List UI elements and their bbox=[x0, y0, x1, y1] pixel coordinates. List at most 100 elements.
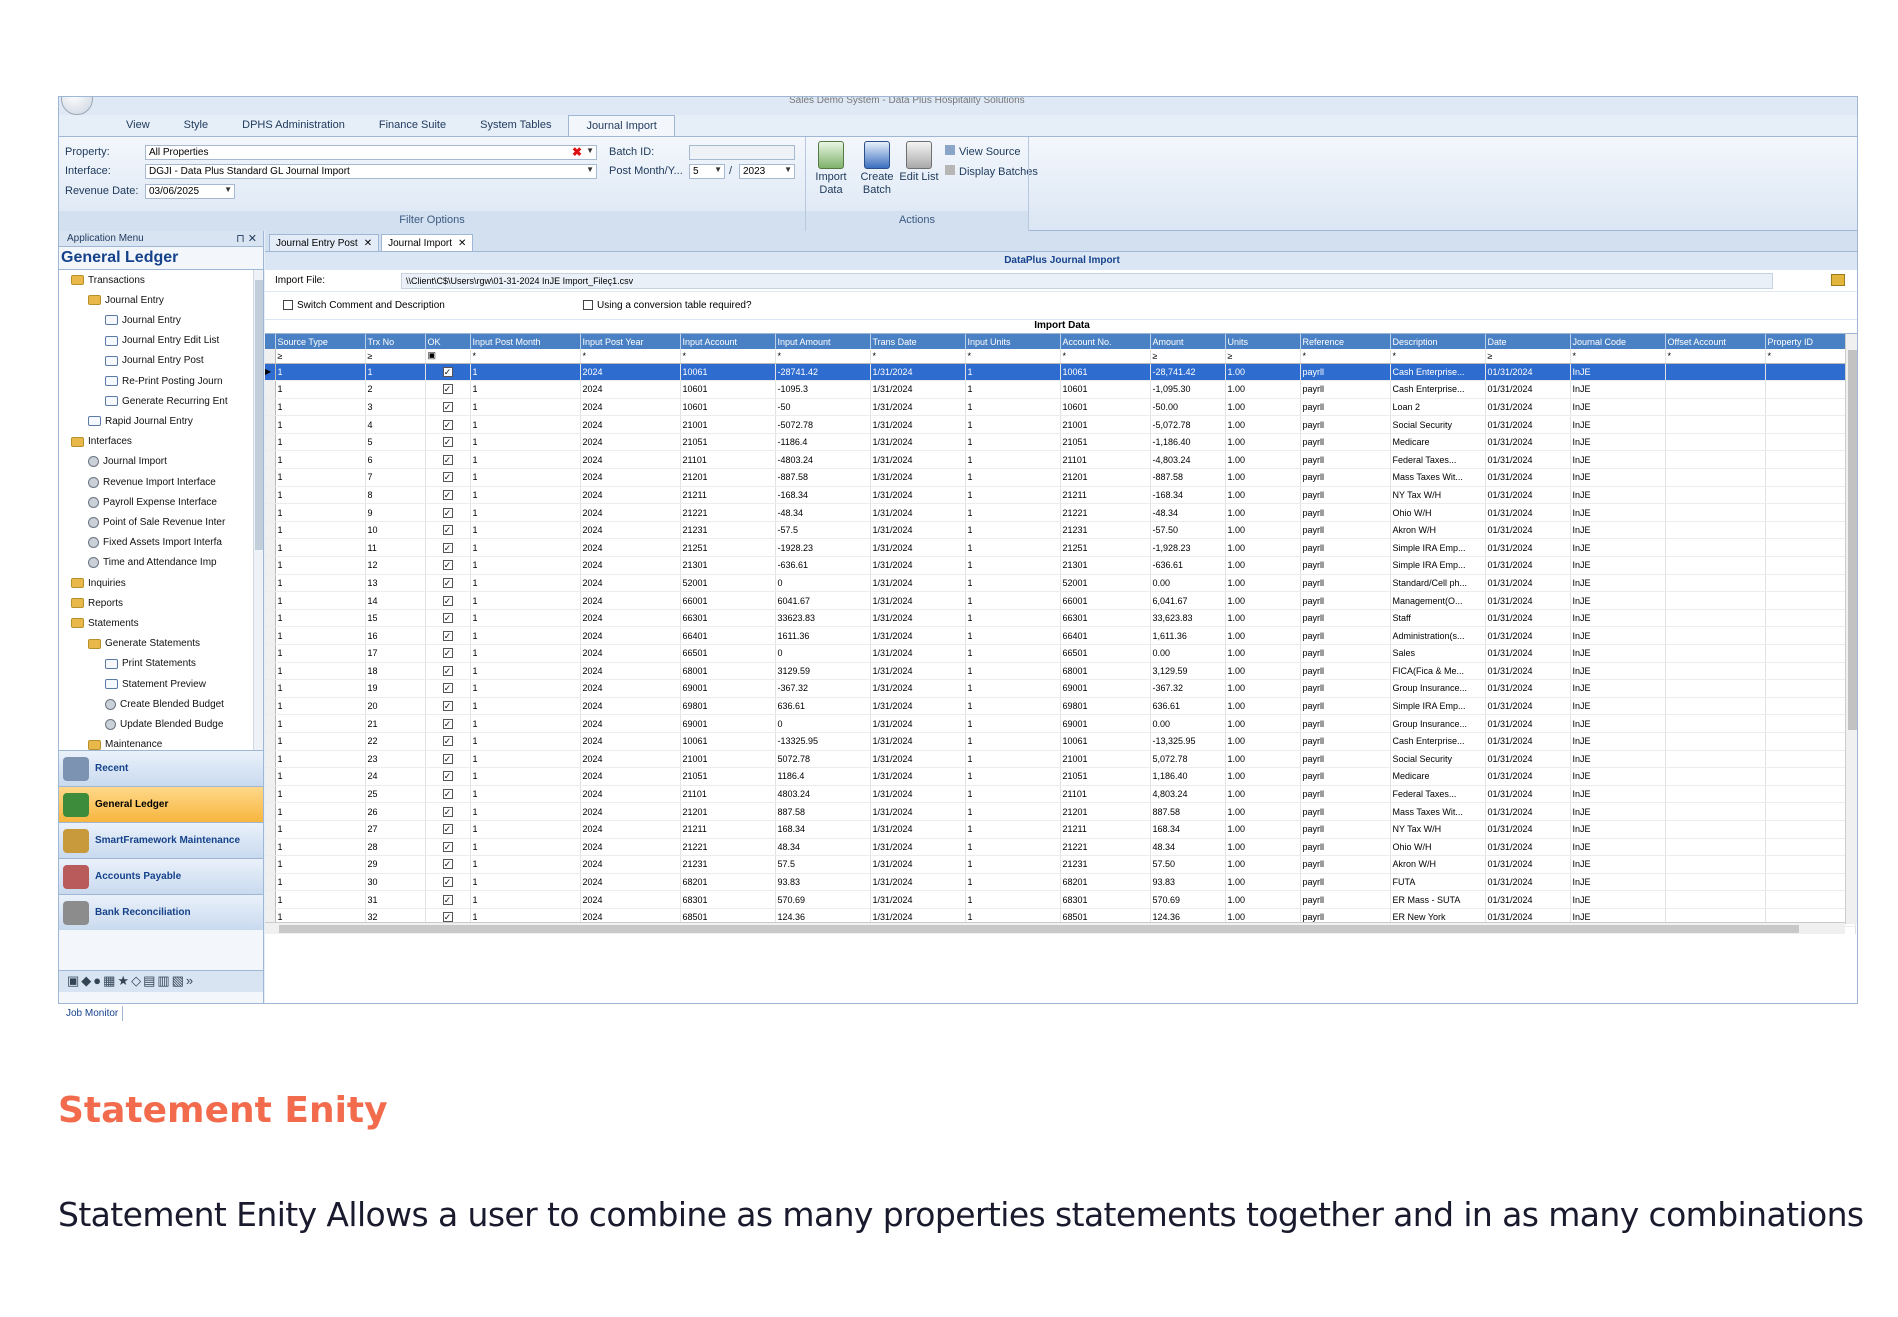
table-cell[interactable]: -28741.42 bbox=[775, 363, 871, 382]
table-cell[interactable]: 52001 bbox=[680, 574, 776, 593]
horizontal-scrollbar[interactable] bbox=[265, 922, 1845, 934]
table-cell[interactable]: 1 bbox=[470, 574, 581, 593]
column-header[interactable]: Units bbox=[1225, 334, 1301, 349]
app-orb-button[interactable] bbox=[61, 97, 93, 115]
table-cell[interactable]: 1.00 bbox=[1225, 767, 1301, 786]
tree-item[interactable]: Point of Sale Revenue Inter bbox=[88, 512, 225, 532]
table-cell[interactable]: 01/31/2024 bbox=[1485, 609, 1571, 628]
table-cell[interactable] bbox=[1665, 538, 1766, 558]
table-cell[interactable]: 21051 bbox=[1060, 433, 1151, 452]
chevron-down-icon[interactable]: ▼ bbox=[586, 146, 594, 155]
table-cell[interactable]: ✓ bbox=[425, 380, 471, 399]
filter-cell[interactable]: ≥ bbox=[275, 349, 366, 364]
table-cell[interactable]: 1/31/2024 bbox=[870, 468, 966, 487]
table-cell[interactable] bbox=[1765, 767, 1856, 786]
table-cell[interactable] bbox=[1765, 732, 1856, 751]
table-cell[interactable]: 33,623.83 bbox=[1150, 609, 1226, 628]
table-cell[interactable]: ✓ bbox=[425, 468, 471, 487]
tree-item[interactable]: Journal Entry Edit List bbox=[105, 331, 219, 351]
tree-item[interactable]: Statement Preview bbox=[105, 674, 206, 694]
nav-recent[interactable]: Recent bbox=[59, 750, 263, 786]
table-cell[interactable]: 68201 bbox=[1060, 873, 1151, 892]
table-cell[interactable] bbox=[1765, 468, 1856, 487]
table-cell[interactable]: 1.00 bbox=[1225, 802, 1301, 821]
table-cell[interactable]: 1 bbox=[965, 820, 1061, 839]
table-cell[interactable]: -5,072.78 bbox=[1150, 415, 1226, 434]
table-cell[interactable]: 1.00 bbox=[1225, 380, 1301, 399]
table-cell[interactable]: 1 bbox=[470, 363, 581, 382]
table-cell[interactable]: 21201 bbox=[1060, 802, 1151, 821]
table-cell[interactable]: 1 bbox=[470, 838, 581, 857]
table-cell[interactable]: 887.58 bbox=[1150, 802, 1226, 821]
table-cell[interactable]: -1928.23 bbox=[775, 538, 871, 558]
table-cell[interactable]: InJE bbox=[1570, 644, 1666, 663]
table-cell[interactable]: 1/31/2024 bbox=[870, 521, 966, 540]
nav-shortcut-strip[interactable]: ▣◆●▦★◇▤▥▧» bbox=[59, 970, 263, 992]
table-cell[interactable]: payrll bbox=[1300, 556, 1391, 575]
table-cell[interactable]: 2024 bbox=[580, 767, 681, 786]
table-cell[interactable]: 1 bbox=[365, 363, 426, 382]
table-cell[interactable]: 1/31/2024 bbox=[870, 644, 966, 663]
table-cell[interactable] bbox=[1765, 363, 1856, 382]
table-cell[interactable]: 7 bbox=[365, 468, 426, 487]
table-cell[interactable]: 1/31/2024 bbox=[870, 750, 966, 769]
table-cell[interactable]: -636.61 bbox=[1150, 556, 1226, 575]
checkbox-icon[interactable]: ✓ bbox=[442, 630, 453, 641]
filter-cell[interactable]: * bbox=[1570, 349, 1666, 364]
checkbox-icon[interactable]: ✓ bbox=[442, 437, 453, 448]
table-cell[interactable]: 01/31/2024 bbox=[1485, 538, 1571, 558]
table-cell[interactable]: 2024 bbox=[580, 785, 681, 804]
table-cell[interactable]: 2024 bbox=[580, 855, 681, 874]
table-cell[interactable]: 1 bbox=[275, 714, 366, 733]
table-cell[interactable]: 4,803.24 bbox=[1150, 785, 1226, 804]
table-cell[interactable]: 0.00 bbox=[1150, 574, 1226, 593]
table-cell[interactable]: -367.32 bbox=[775, 679, 871, 698]
table-cell[interactable]: 1 bbox=[965, 609, 1061, 628]
table-cell[interactable]: 1/31/2024 bbox=[870, 556, 966, 575]
table-cell[interactable]: 1 bbox=[965, 890, 1061, 909]
table-cell[interactable]: 1/31/2024 bbox=[870, 486, 966, 505]
table-cell[interactable]: 01/31/2024 bbox=[1485, 714, 1571, 733]
column-header[interactable]: OK bbox=[425, 334, 471, 349]
table-cell[interactable]: 01/31/2024 bbox=[1485, 732, 1571, 751]
table-cell[interactable]: 66501 bbox=[1060, 644, 1151, 663]
table-cell[interactable]: ✓ bbox=[425, 855, 471, 874]
table-cell[interactable]: 21051 bbox=[680, 433, 776, 452]
tab-system-tables[interactable]: System Tables bbox=[463, 115, 568, 136]
table-cell[interactable]: 1 bbox=[470, 556, 581, 575]
table-cell[interactable]: 1 bbox=[965, 838, 1061, 857]
table-cell[interactable] bbox=[1665, 556, 1766, 575]
table-cell[interactable]: -4803.24 bbox=[775, 450, 871, 470]
table-cell[interactable]: 01/31/2024 bbox=[1485, 890, 1571, 909]
table-cell[interactable]: 52001 bbox=[1060, 574, 1151, 593]
table-row[interactable]: 1 3 ✓ 1 2024 10601 -50 1/31/2024 1 10601 -50.00 1.0… bbox=[265, 398, 1856, 417]
checkbox-icon[interactable]: ✓ bbox=[442, 665, 453, 676]
table-cell[interactable]: 168.34 bbox=[1150, 820, 1226, 839]
table-cell[interactable] bbox=[1765, 662, 1856, 681]
tree-item[interactable]: Maintenance bbox=[88, 735, 162, 750]
table-cell[interactable]: payrll bbox=[1300, 732, 1391, 751]
table-cell[interactable] bbox=[1665, 380, 1766, 399]
tab-journal-import[interactable]: Journal Import bbox=[568, 115, 675, 136]
table-cell[interactable]: InJE bbox=[1570, 556, 1666, 575]
table-cell[interactable]: 21231 bbox=[1060, 855, 1151, 874]
table-cell[interactable]: 1.00 bbox=[1225, 450, 1301, 470]
table-cell[interactable]: 1 bbox=[275, 785, 366, 804]
table-cell[interactable]: Medicare bbox=[1390, 433, 1486, 452]
table-cell[interactable]: 4803.24 bbox=[775, 785, 871, 804]
table-cell[interactable]: -887.58 bbox=[1150, 468, 1226, 487]
table-cell[interactable]: payrll bbox=[1300, 838, 1391, 857]
checkbox-icon[interactable]: ✓ bbox=[442, 824, 453, 835]
table-cell[interactable]: payrll bbox=[1300, 714, 1391, 733]
checkbox-icon[interactable]: ✓ bbox=[442, 789, 453, 800]
checkbox-icon[interactable]: ✓ bbox=[442, 912, 453, 923]
table-cell[interactable] bbox=[1665, 785, 1766, 804]
table-cell[interactable] bbox=[1665, 697, 1766, 716]
table-cell[interactable]: 2024 bbox=[580, 802, 681, 821]
column-header[interactable]: Input Amount bbox=[775, 334, 871, 349]
table-cell[interactable]: 21211 bbox=[680, 820, 776, 839]
table-cell[interactable]: 6,041.67 bbox=[1150, 591, 1226, 610]
doc-tab-journal-import[interactable]: Journal Import ✕ bbox=[381, 234, 474, 251]
pin-close-icon[interactable]: ⊓ ✕ bbox=[236, 232, 257, 245]
table-cell[interactable]: 10 bbox=[365, 521, 426, 540]
